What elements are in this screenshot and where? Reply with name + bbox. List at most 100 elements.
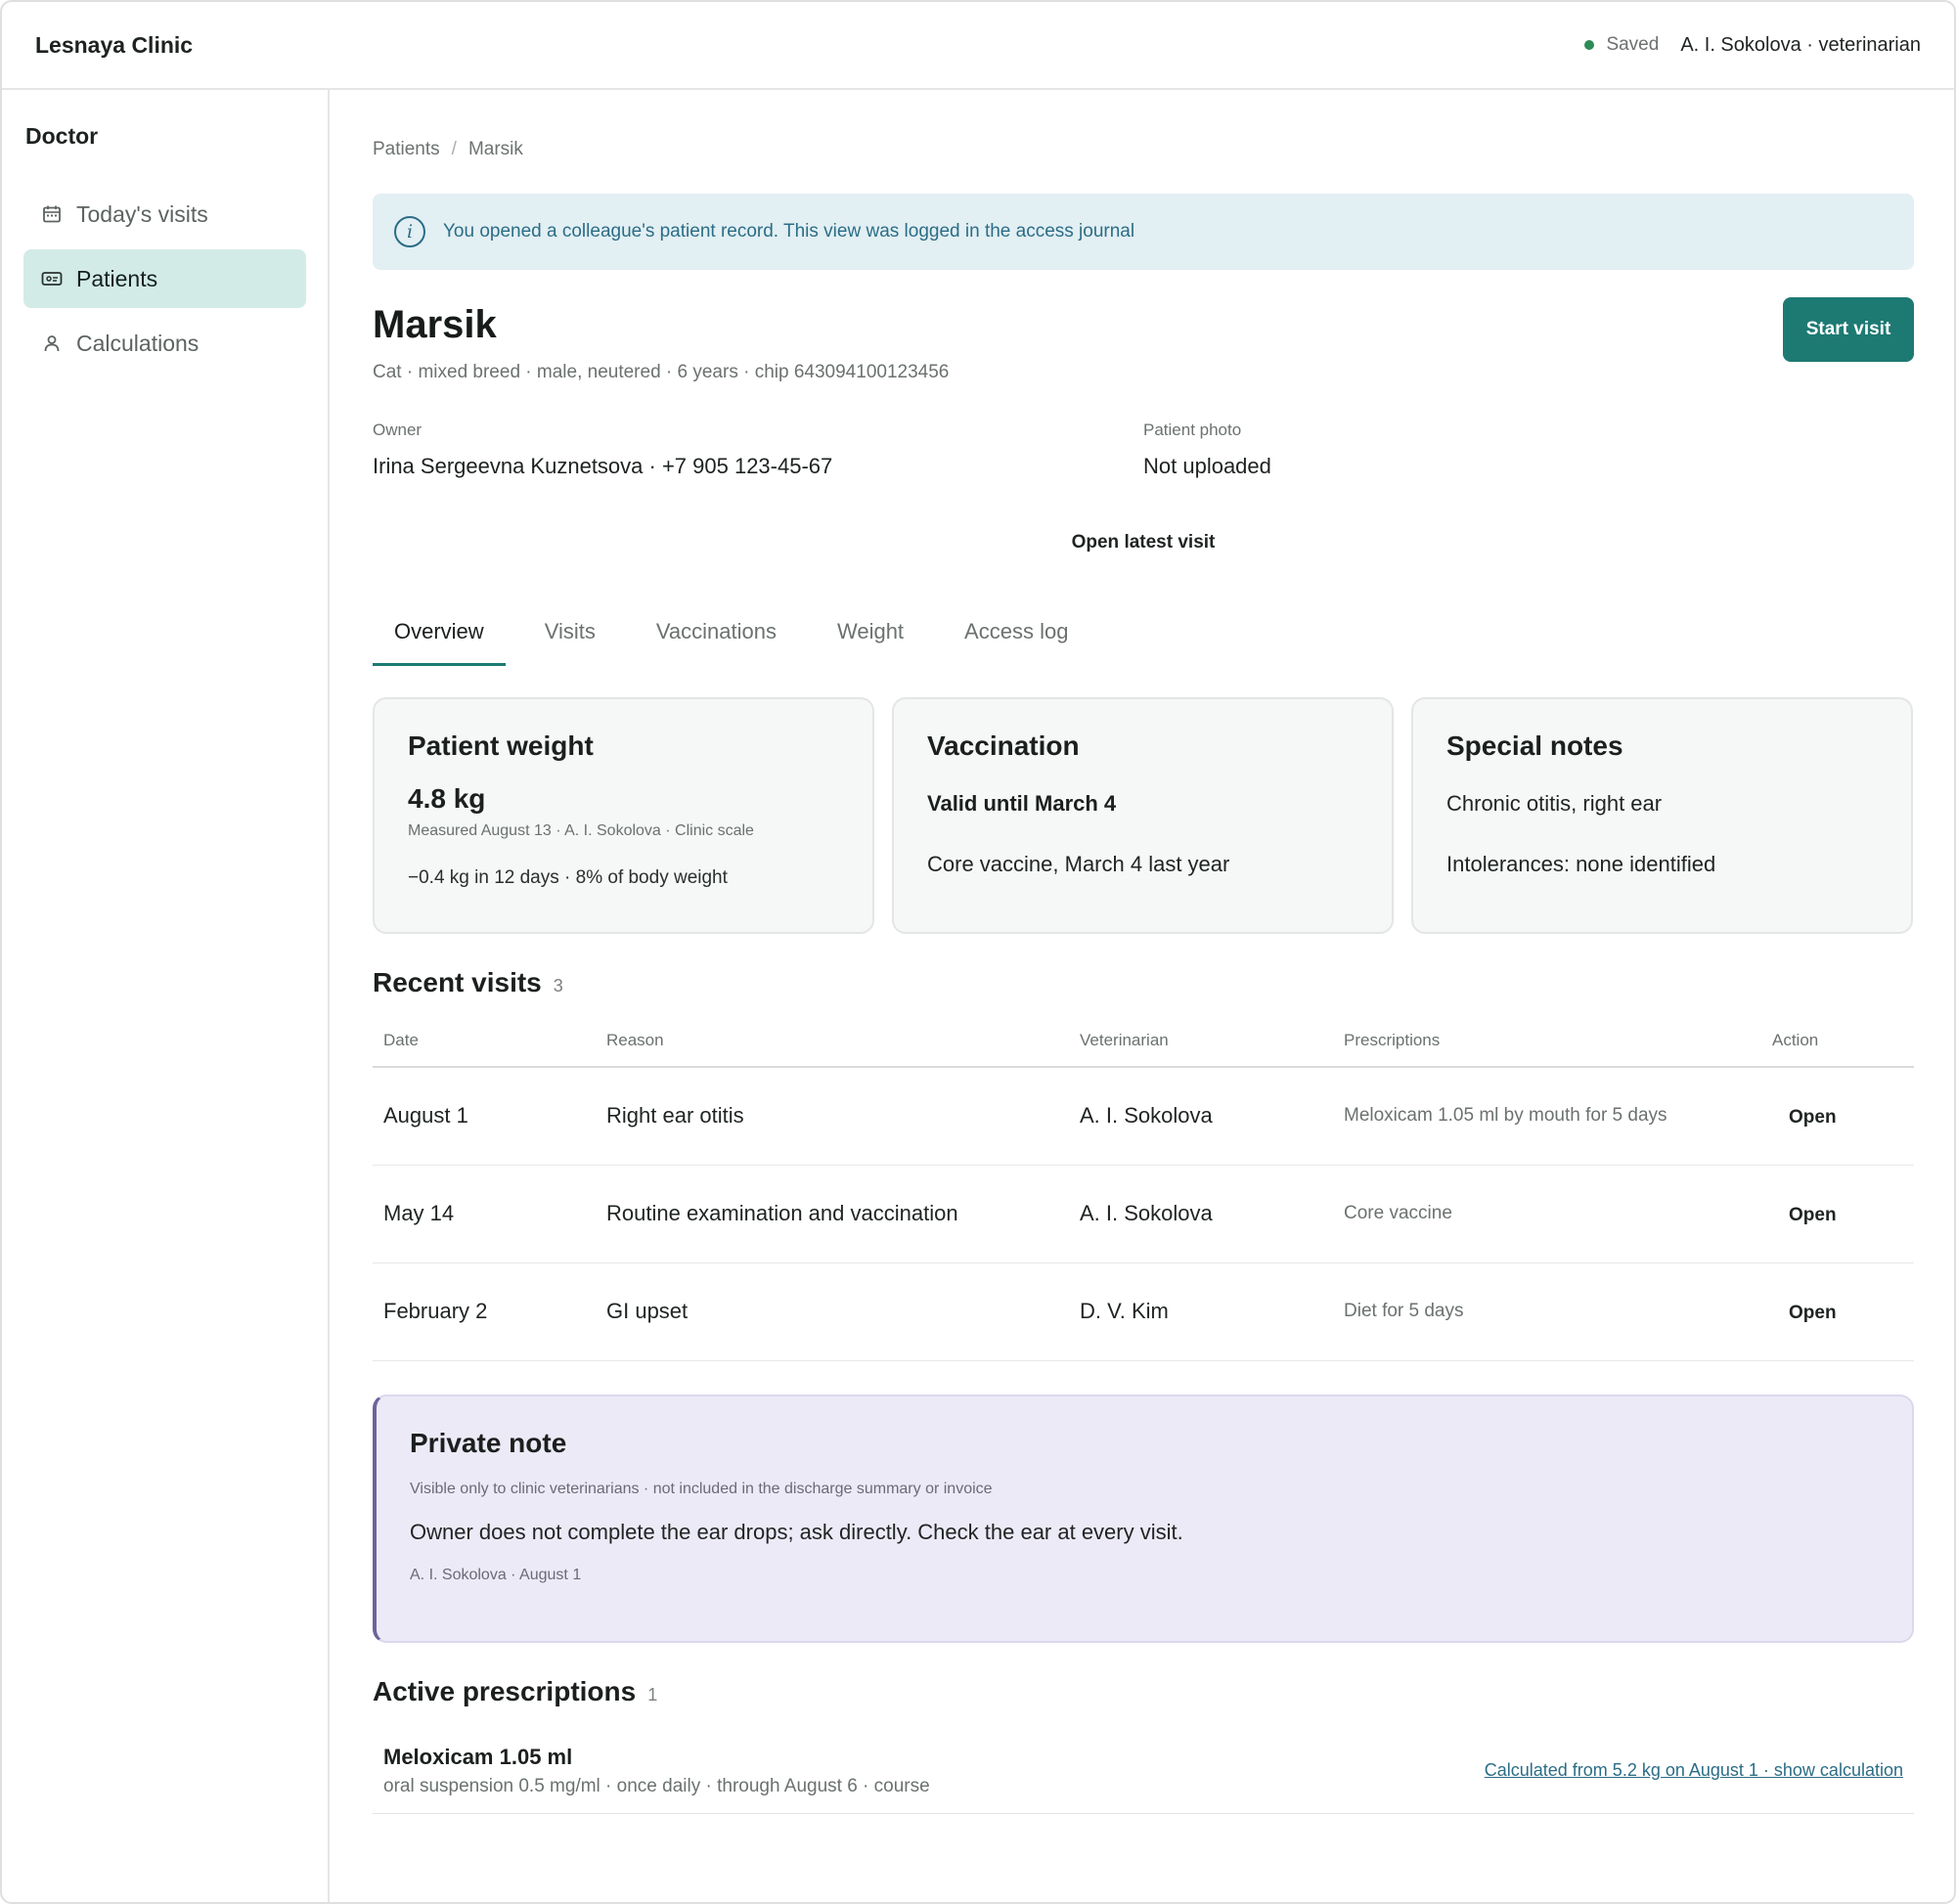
sidebar-item-calculations[interactable]: Calculations [23, 314, 306, 373]
main-content: Patients / Marsik i You opened a colleag… [373, 90, 1914, 1814]
prescription-detail: oral suspension 0.5 mg/ml · once daily ·… [383, 1775, 930, 1796]
special-notes-card: Special notes Chronic otitis, right ear … [1411, 697, 1913, 934]
vaccination-valid: Valid until March 4 [927, 791, 1117, 816]
patient-tabs: Overview Visits Vaccinations Weight Acce… [373, 612, 1914, 666]
recent-visits-heading: Recent visits 3 [373, 967, 1914, 998]
active-prescriptions-title: Active prescriptions [373, 1675, 637, 1706]
weight-change: −0.4 kg in 12 days · 8% of body weight [408, 867, 728, 888]
owner-label: Owner [373, 421, 422, 439]
id-card-icon [41, 268, 63, 289]
show-calculation-link[interactable]: Calculated from 5.2 kg on August 1 · sho… [1485, 1760, 1903, 1781]
list-item: Meloxicam 1.05 ml oral suspension 0.5 mg… [373, 1745, 1914, 1814]
clinic-brand: Lesnaya Clinic [35, 31, 194, 58]
weight-card: Patient weight 4.8 kg Measured August 13… [373, 697, 874, 934]
recent-visits-title: Recent visits [373, 967, 542, 997]
weight-card-title: Patient weight [408, 731, 594, 761]
visit-date: May 14 [373, 1165, 596, 1263]
visit-action-cell: Open [1761, 1262, 1914, 1361]
breadcrumb: Patients / Marsik [373, 139, 1914, 160]
summary-cards: Patient weight 4.8 kg Measured August 13… [373, 697, 1914, 934]
open-visit-button[interactable]: Open [1789, 1303, 1837, 1324]
active-prescriptions-heading: Active prescriptions 1 [373, 1676, 1914, 1707]
sidebar-title: Doctor [25, 123, 99, 149]
private-note-body: Owner does not complete the ear drops; a… [410, 1519, 1183, 1544]
visit-reason: Routine examination and vaccination [596, 1165, 1069, 1263]
open-visit-button[interactable]: Open [1789, 1107, 1837, 1129]
top-bar: Lesnaya Clinic Saved A. I. Sokolova · ve… [2, 2, 1954, 90]
visit-reason: GI upset [596, 1262, 1069, 1361]
column-header-prescriptions: Prescriptions [1333, 1028, 1761, 1068]
breadcrumb-current: Marsik [467, 139, 523, 159]
vaccination-card-title: Vaccination [927, 731, 1080, 761]
start-visit-button[interactable]: Start visit [1783, 297, 1914, 362]
private-note-visibility: Visible only to clinic veterinarians · n… [410, 1480, 993, 1497]
visit-date: February 2 [373, 1262, 596, 1361]
photo-label: Patient photo [1143, 421, 1242, 439]
visit-action-cell: Open [1761, 1165, 1914, 1263]
sidebar-item-label: Patients [76, 265, 158, 291]
access-banner: i You opened a colleague's patient recor… [373, 194, 1914, 270]
top-bar-right: Saved A. I. Sokolova · veterinarian [1584, 34, 1921, 57]
special-note-line: Intolerances: none identified [1446, 852, 1716, 876]
photo-value: Not uploaded [1143, 454, 1271, 478]
visit-prescriptions: Core vaccine [1333, 1165, 1761, 1263]
visit-reason: Right ear otitis [596, 1067, 1069, 1166]
info-icon: i [394, 216, 425, 247]
tab-weight[interactable]: Weight [816, 612, 925, 666]
tab-overview[interactable]: Overview [373, 612, 506, 666]
breadcrumb-separator: / [451, 139, 457, 159]
calendar-icon [41, 203, 63, 225]
sidebar-item-patients[interactable]: Patients [23, 249, 306, 308]
saved-dot-icon [1584, 40, 1595, 50]
private-note: Private note Visible only to clinic vete… [373, 1394, 1914, 1643]
tab-access-log[interactable]: Access log [943, 612, 1089, 666]
table-row[interactable]: May 14 Routine examination and vaccinati… [373, 1165, 1914, 1263]
column-header-reason: Reason [596, 1028, 1069, 1068]
special-notes-title: Special notes [1446, 731, 1623, 761]
column-header-date: Date [373, 1028, 596, 1068]
open-latest-visit-button[interactable]: Open latest visit [1072, 532, 1216, 553]
table-header-row: Date Reason Veterinarian Prescriptions A… [373, 1028, 1914, 1068]
owner-block: Owner Irina Sergeevna Kuznetsova · +7 90… [373, 421, 1143, 479]
save-status-label: Saved [1606, 34, 1660, 55]
app-window: Lesnaya Clinic Saved A. I. Sokolova · ve… [0, 0, 1956, 1904]
person-icon [41, 332, 63, 354]
save-status: Saved [1584, 34, 1659, 56]
private-note-title: Private note [410, 1427, 567, 1458]
page-title: Marsik [373, 303, 497, 346]
breadcrumb-patients-link[interactable]: Patients [373, 139, 440, 160]
visit-vet: A. I. Sokolova [1069, 1067, 1333, 1166]
weight-value: 4.8 kg [408, 783, 486, 814]
vaccination-detail: Core vaccine, March 4 last year [927, 852, 1230, 876]
owner-value: Irina Sergeevna Kuznetsova · +7 905 123-… [373, 454, 833, 478]
current-user[interactable]: A. I. Sokolova · veterinarian [1680, 34, 1921, 57]
weight-meta: Measured August 13 · A. I. Sokolova · Cl… [408, 822, 754, 839]
patient-header: Marsik Cat · mixed breed · male, neutere… [373, 297, 1914, 383]
private-note-author: A. I. Sokolova · August 1 [410, 1566, 582, 1583]
visit-action-cell: Open [1761, 1067, 1914, 1166]
access-banner-text: You opened a colleague's patient record.… [443, 221, 1135, 242]
visit-date: August 1 [373, 1067, 596, 1166]
tab-vaccinations[interactable]: Vaccinations [635, 612, 798, 666]
patient-summary: Cat · mixed breed · male, neutered · 6 y… [373, 362, 950, 382]
prescription-name: Meloxicam 1.05 ml [383, 1744, 573, 1769]
vaccination-card: Vaccination Valid until March 4 Core vac… [892, 697, 1394, 934]
sidebar-item-label: Calculations [76, 330, 200, 356]
recent-visits-count: 3 [553, 976, 563, 996]
special-note-line: Chronic otitis, right ear [1446, 791, 1663, 816]
active-prescriptions-count: 1 [647, 1684, 658, 1705]
visit-prescriptions: Meloxicam 1.05 ml by mouth for 5 days [1333, 1067, 1761, 1166]
tab-visits[interactable]: Visits [523, 612, 617, 666]
table-row[interactable]: August 1 Right ear otitis A. I. Sokolova… [373, 1067, 1914, 1166]
sidebar: Doctor Today's visits Patients Calculati… [2, 90, 330, 1902]
column-header-action: Action [1761, 1028, 1914, 1068]
table-row[interactable]: February 2 GI upset D. V. Kim Diet for 5… [373, 1262, 1914, 1361]
column-header-veterinarian: Veterinarian [1069, 1028, 1333, 1068]
photo-block: Patient photo Not uploaded [1143, 421, 1914, 479]
sidebar-item-label: Today's visits [76, 200, 208, 227]
open-visit-button[interactable]: Open [1789, 1205, 1837, 1226]
patient-info-row: Owner Irina Sergeevna Kuznetsova · +7 90… [373, 421, 1914, 479]
sidebar-item-todays-visits[interactable]: Today's visits [23, 185, 306, 244]
visit-vet: D. V. Kim [1069, 1262, 1333, 1361]
visit-vet: A. I. Sokolova [1069, 1165, 1333, 1263]
